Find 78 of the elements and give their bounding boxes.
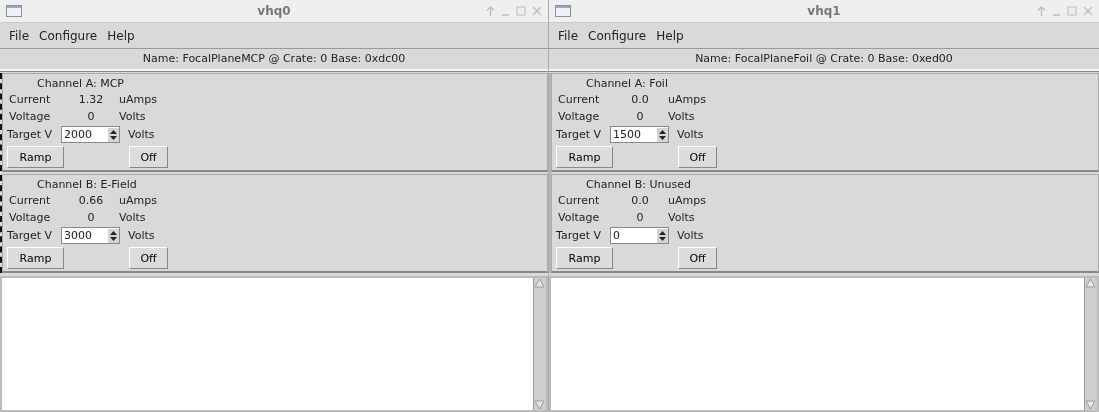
window-title: vhq1 xyxy=(806,4,842,18)
voltage-value: 0 xyxy=(635,211,645,224)
menu-item[interactable]: Help xyxy=(102,26,140,45)
voltage-value: 0 xyxy=(635,110,645,123)
target-label: Target V xyxy=(7,229,54,242)
unit-label: Volts xyxy=(118,110,146,123)
target-spinbox[interactable]: 2000 xyxy=(61,126,120,143)
unit-label: uAmps xyxy=(118,93,157,106)
voltage-label: Voltage xyxy=(8,110,52,123)
voltage-value: 0 xyxy=(86,211,96,224)
window-title: vhq0 xyxy=(256,4,292,18)
spin-arrows-icon[interactable] xyxy=(108,127,119,142)
menu-item[interactable]: File xyxy=(553,26,584,45)
unit-label: Volts xyxy=(667,110,695,123)
current-label: Current xyxy=(8,194,52,207)
unit-label: Volts xyxy=(676,128,704,141)
target-spinbox[interactable]: 0 xyxy=(610,227,669,244)
unit-label: Volts xyxy=(676,229,704,242)
current-value: 0.66 xyxy=(77,194,105,207)
unit-label: uAmps xyxy=(667,93,706,106)
device-name-label: Name: FocalPlaneFoil @ Crate: 0 Base: 0xed00 xyxy=(549,49,1099,71)
scrollbar[interactable] xyxy=(533,278,546,410)
off-button[interactable]: Off xyxy=(129,146,168,168)
target-label: Target V xyxy=(556,128,603,141)
close-icon[interactable] xyxy=(532,6,542,16)
scroll-up-icon[interactable] xyxy=(534,278,545,288)
ramp-button[interactable]: Ramp xyxy=(7,146,64,168)
target-label: Target V xyxy=(7,128,54,141)
current-label: Current xyxy=(557,194,601,207)
current-label: Current xyxy=(557,93,601,106)
target-spinbox[interactable]: 3000 xyxy=(61,227,120,244)
device-name-label: Name: FocalPlaneMCP @ Crate: 0 Base: 0xdc00 xyxy=(0,49,548,71)
unit-label: Volts xyxy=(118,211,146,224)
menu-item[interactable]: Configure xyxy=(34,26,103,45)
current-label: Current xyxy=(8,93,52,106)
spin-arrows-icon[interactable] xyxy=(657,127,668,142)
off-button[interactable]: Off xyxy=(678,146,717,168)
off-button[interactable]: Off xyxy=(129,247,168,269)
target-spinbox[interactable]: 1500 xyxy=(610,126,669,143)
current-value: 0.0 xyxy=(630,194,650,207)
maximize-icon[interactable] xyxy=(1067,6,1077,16)
voltage-label: Voltage xyxy=(8,211,52,224)
unit-label: Volts xyxy=(127,128,155,141)
menu-item[interactable]: Configure xyxy=(583,26,652,45)
up-arrow-icon[interactable] xyxy=(486,6,495,16)
channel-title: Channel B: E-Field xyxy=(36,177,138,192)
menu-item[interactable]: Help xyxy=(651,26,689,45)
unit-label: uAmps xyxy=(667,194,706,207)
scroll-down-icon[interactable] xyxy=(1085,400,1096,410)
channel-title: Channel B: Unused xyxy=(585,177,692,192)
ramp-button[interactable]: Ramp xyxy=(7,247,64,269)
maximize-icon[interactable] xyxy=(516,6,526,16)
up-arrow-icon[interactable] xyxy=(1037,6,1046,16)
window-icon xyxy=(555,5,571,17)
voltage-label: Voltage xyxy=(557,211,601,224)
voltage-label: Voltage xyxy=(557,110,601,123)
unit-label: Volts xyxy=(127,229,155,242)
close-icon[interactable] xyxy=(1083,6,1093,16)
window-icon xyxy=(6,5,22,17)
menu-item[interactable]: File xyxy=(4,26,35,45)
current-value: 1.32 xyxy=(77,93,105,106)
off-button[interactable]: Off xyxy=(678,247,717,269)
channel-title: Channel A: Foil xyxy=(585,76,669,91)
ramp-button[interactable]: Ramp xyxy=(556,247,613,269)
log-text-area[interactable] xyxy=(549,276,1099,412)
spin-arrows-icon[interactable] xyxy=(108,228,119,243)
current-value: 0.0 xyxy=(630,93,650,106)
unit-label: Volts xyxy=(667,211,695,224)
channel-title: Channel A: MCP xyxy=(36,76,125,91)
scroll-up-icon[interactable] xyxy=(1085,278,1096,288)
scroll-down-icon[interactable] xyxy=(534,400,545,410)
spin-arrows-icon[interactable] xyxy=(657,228,668,243)
voltage-value: 0 xyxy=(86,110,96,123)
ramp-button[interactable]: Ramp xyxy=(556,146,613,168)
unit-label: uAmps xyxy=(118,194,157,207)
target-label: Target V xyxy=(556,229,603,242)
log-text-area[interactable] xyxy=(0,276,548,412)
scrollbar[interactable] xyxy=(1084,278,1097,410)
